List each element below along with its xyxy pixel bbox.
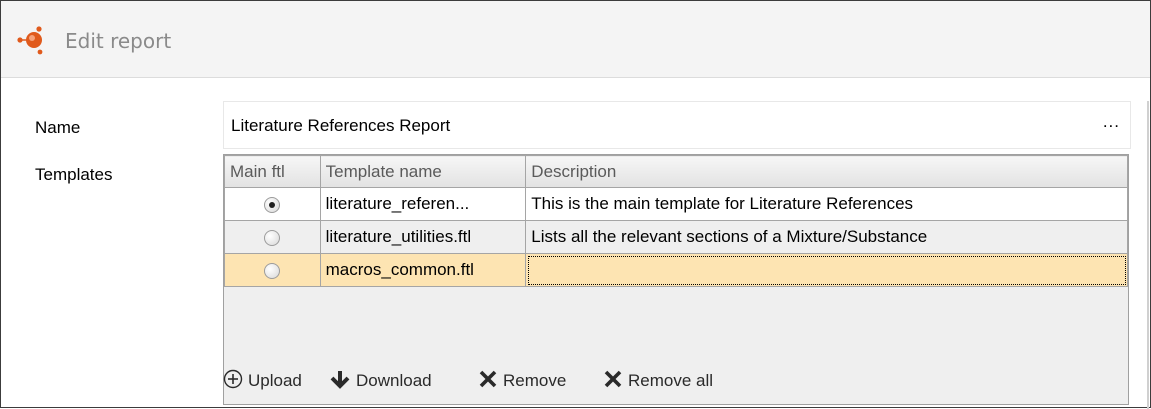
templates-label: Templates xyxy=(35,165,113,184)
table-row[interactable]: literature_referen... This is the main t… xyxy=(224,187,1128,221)
title-bar: Edit report xyxy=(1,1,1150,78)
app-logo-icon xyxy=(17,26,43,55)
close-icon xyxy=(479,370,497,388)
template-name-cell[interactable]: literature_referen... xyxy=(319,187,527,221)
arrow-down-icon xyxy=(330,371,350,389)
name-label: Name xyxy=(35,118,81,137)
name-value[interactable]: Literature References Report xyxy=(231,116,450,136)
main-ftl-radio[interactable] xyxy=(264,196,281,213)
main-ftl-radio[interactable] xyxy=(264,262,281,279)
main-ftl-radio[interactable] xyxy=(264,229,281,246)
edit-report-window: Edit report Name Literature References R… xyxy=(0,0,1151,409)
description-cell[interactable] xyxy=(525,253,1128,287)
download-label: Download xyxy=(356,371,432,390)
scroll-edge xyxy=(1147,101,1149,409)
table-row[interactable]: literature_utilities.ftl Lists all the r… xyxy=(224,220,1128,254)
main-ftl-cell[interactable] xyxy=(224,253,321,287)
close-icon xyxy=(604,370,622,388)
table-row-selected[interactable]: macros_common.ftl xyxy=(224,253,1128,287)
main-ftl-cell[interactable] xyxy=(224,187,321,221)
window-title: Edit report xyxy=(65,29,172,53)
column-header-main-ftl[interactable]: Main ftl xyxy=(224,155,321,188)
template-name-cell[interactable]: literature_utilities.ftl xyxy=(319,220,527,254)
column-header-description[interactable]: Description xyxy=(525,155,1128,188)
template-name-cell[interactable]: macros_common.ftl xyxy=(319,253,527,287)
name-more-button[interactable]: ... xyxy=(1103,112,1120,132)
remove-all-label: Remove all xyxy=(628,371,714,390)
remove-label: Remove xyxy=(503,371,567,390)
table-header: Main ftl Template name Description xyxy=(224,155,1128,188)
description-cell[interactable]: This is the main template for Literature… xyxy=(525,187,1128,221)
plus-circle-icon xyxy=(223,369,243,389)
name-field[interactable]: Literature References Report ... xyxy=(223,101,1131,149)
main-ftl-cell[interactable] xyxy=(224,220,321,254)
column-header-template-name[interactable]: Template name xyxy=(319,155,527,188)
description-cell[interactable]: Lists all the relevant sections of a Mix… xyxy=(525,220,1128,254)
upload-label: Upload xyxy=(248,371,302,390)
templates-table: Main ftl Template name Description liter… xyxy=(223,154,1129,405)
